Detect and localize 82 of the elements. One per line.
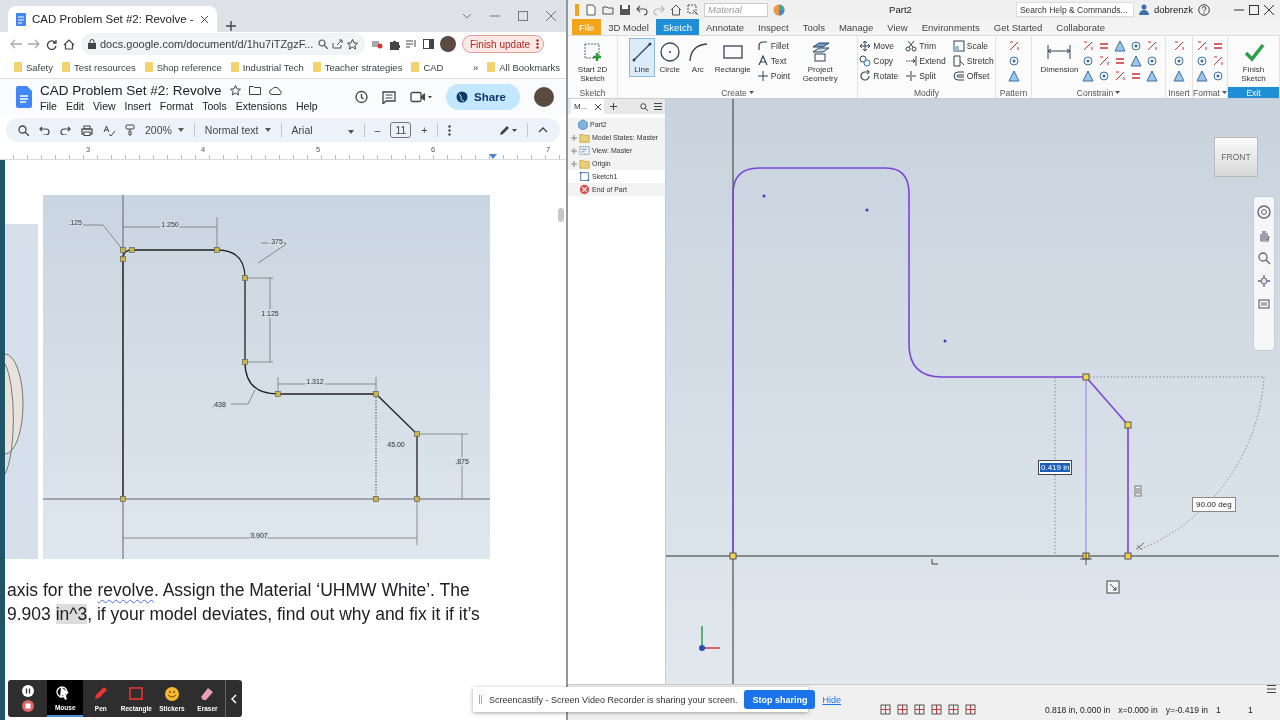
ribbon-tool[interactable]: Text xyxy=(754,53,793,68)
address-bar[interactable]: docs.google.com/document/d/1hu7iTZgzF... xyxy=(81,33,365,55)
ribbon-tool[interactable]: Fillet xyxy=(754,38,793,53)
ribbon-tool[interactable]: Arc xyxy=(684,38,711,77)
dimension-input[interactable]: 0.419 in xyxy=(1038,460,1073,475)
user-name[interactable]: dobrenzk xyxy=(1153,4,1193,15)
ribbon-tab[interactable]: Environments xyxy=(914,19,987,35)
share-button[interactable]: Share xyxy=(446,84,520,110)
menu-item[interactable]: Edit xyxy=(65,99,84,112)
document-title[interactable]: CAD Problem Set #2: Revolve xyxy=(40,82,222,98)
help-search-field[interactable]: Search Help & Commands... xyxy=(1015,2,1134,17)
ribbon-tool[interactable]: Scale xyxy=(950,38,996,53)
bookmark-folder[interactable]: Safety xyxy=(14,61,53,73)
ribbon-tool[interactable]: Finish Sketch xyxy=(1229,38,1278,86)
group-label: Insert xyxy=(1167,87,1191,98)
bookmark-folder[interactable]: Industrial Tech xyxy=(230,61,304,73)
increase-size-button[interactable]: + xyxy=(421,124,428,136)
ribbon-tool[interactable]: Rectangle xyxy=(712,38,753,77)
status-readout: 1 xyxy=(1248,704,1254,715)
menu-item[interactable]: Extensions xyxy=(235,99,287,112)
ribbon-tool[interactable]: Point xyxy=(754,68,793,83)
ribbon-tool[interactable]: Stretch xyxy=(950,53,996,68)
menu-item[interactable]: Help xyxy=(296,99,318,112)
menu-item[interactable]: Insert xyxy=(124,99,151,112)
ribbon-tab[interactable]: 3D Model xyxy=(601,19,656,35)
group-label: Exit xyxy=(1228,87,1279,98)
font-dropdown[interactable]: Arial xyxy=(291,124,354,136)
ribbon-tab[interactable]: Sketch xyxy=(656,19,700,35)
status-readout: y=-0.419 in xyxy=(1165,704,1208,715)
menu-item[interactable]: Format xyxy=(159,99,194,112)
stop-sharing-button[interactable]: Stop sharing xyxy=(744,690,816,709)
ribbon-tool[interactable]: Line xyxy=(628,38,655,77)
hide-link[interactable]: Hide xyxy=(822,694,841,705)
ribbon-tab[interactable]: View xyxy=(880,19,915,35)
ribbon-tool[interactable]: Extend xyxy=(903,53,948,68)
group-label: Pattern xyxy=(998,87,1029,98)
bookmark-folder[interactable]: CAD xyxy=(411,61,444,73)
bookmark-folder[interactable]: All Bookmarks xyxy=(487,61,560,73)
ribbon-tab[interactable]: Get Started xyxy=(986,19,1050,35)
ribbon-tool[interactable]: Dimension xyxy=(1038,38,1081,77)
sharing-message: Screencastify - Screen Video Recorder is sharing your screen. xyxy=(489,694,738,705)
bookmark-folder[interactable]: Teacher strategies xyxy=(312,61,403,73)
ribbon-tab[interactable]: Manage xyxy=(831,19,881,35)
decrease-size-button[interactable]: – xyxy=(374,124,381,136)
ribbon-tool[interactable]: Offset xyxy=(950,68,996,83)
zoom-dropdown[interactable]: 200% xyxy=(145,124,184,136)
panel-tab[interactable]: M... xyxy=(571,99,605,114)
ribbon-tab[interactable]: Tools xyxy=(795,19,832,35)
status-readout: x=0.000 in xyxy=(1118,704,1158,715)
ribbon-tool[interactable]: Circle xyxy=(656,38,683,77)
status-readout: 0.818 in, 0.000 in xyxy=(1045,704,1111,715)
menu-item[interactable]: Tools xyxy=(202,99,227,112)
view-cube[interactable]: FRONT xyxy=(1214,137,1258,177)
group-label: Create xyxy=(618,87,857,98)
ribbon-tool[interactable]: Split xyxy=(903,68,948,83)
browser-tab[interactable]: CAD Problem Set #2: Revolve - xyxy=(8,6,217,32)
ribbon-tool[interactable]: Start 2D Sketch xyxy=(569,38,616,86)
ribbon-tab[interactable]: Annotate xyxy=(699,19,752,35)
paragraph-text: axis for the revolve. Assign the Material ‘UHMW White’. The xyxy=(7,579,471,602)
ribbon-tool[interactable]: Rotate xyxy=(857,68,901,83)
group-label: Modify xyxy=(912,87,940,98)
group-label: Format xyxy=(1193,87,1227,98)
status-readout: 1 xyxy=(1216,704,1222,715)
ribbon-tab[interactable]: Collaborate xyxy=(1049,19,1112,35)
paragraph-text: 9.903 in^3, if your model deviates, find out why and fix it if it’s xyxy=(7,603,481,626)
angle-readout: 90.00 deg xyxy=(1192,497,1236,512)
group-label: Constrain xyxy=(1032,87,1165,98)
style-dropdown[interactable]: Normal text xyxy=(204,124,271,136)
bookmark-folder[interactable]: Test resources xyxy=(61,61,136,73)
bookmarks-overflow[interactable]: » xyxy=(473,61,479,73)
ribbon-tab[interactable]: Inspect xyxy=(751,19,796,35)
menu-item[interactable]: View xyxy=(93,99,116,112)
update-button[interactable]: Finish update xyxy=(462,35,545,53)
menu-item[interactable]: File xyxy=(40,99,57,112)
font-size-field[interactable]: 11 xyxy=(390,122,412,138)
ribbon-tool[interactable]: Project Geometry xyxy=(794,38,847,86)
bookmark-folder[interactable]: Shop reference xyxy=(144,61,222,73)
ribbon-tool[interactable]: Trim xyxy=(903,38,948,53)
ribbon-tool[interactable]: Copy xyxy=(857,53,901,68)
group-label: Sketch xyxy=(578,87,607,98)
document-name: Part2 xyxy=(888,4,913,15)
ribbon-tool[interactable]: Move xyxy=(857,38,901,53)
